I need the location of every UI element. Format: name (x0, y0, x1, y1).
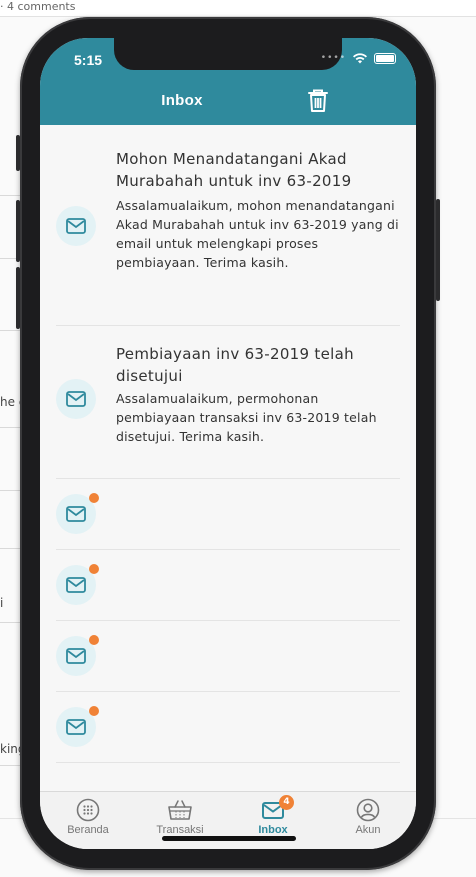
tab-label: Inbox (258, 824, 288, 836)
tab-beranda[interactable]: Beranda (48, 798, 128, 836)
inbox-message[interactable] (56, 479, 400, 550)
mail-icon (66, 648, 86, 664)
phone-power-button (436, 199, 440, 301)
tab-label: Transaksi (156, 824, 204, 836)
grid-circle-icon (76, 798, 100, 822)
phone-notch (114, 38, 342, 70)
unread-dot (89, 493, 99, 503)
inbox-message[interactable]: Mohon Menandatangani Akad Murabahah untu… (56, 125, 400, 326)
status-time: 5:15 (74, 52, 103, 68)
message-icon-circle (56, 379, 96, 419)
inbox-badge: 4 (279, 795, 294, 810)
message-title: Pembiayaan inv 63-2019 telah disetujui (116, 345, 354, 385)
home-indicator (162, 836, 296, 841)
user-circle-icon (356, 798, 380, 822)
status-icons: •••• (321, 52, 396, 64)
unread-dot (89, 564, 99, 574)
page-title: Inbox (161, 92, 203, 109)
message-body: Assalamualaikum, mohon menandatangani Ak… (116, 198, 399, 270)
trash-icon[interactable] (307, 89, 329, 113)
unread-dot (89, 635, 99, 645)
mail-icon (66, 218, 86, 234)
inbox-message[interactable] (56, 692, 400, 763)
inbox-message[interactable]: Pembiayaan inv 63-2019 telah disetujui A… (56, 326, 400, 479)
background-text-fragment: i (0, 596, 4, 610)
phone-screen: 5:15 •••• Inbox Mohon Menandatangani Aka… (40, 38, 416, 849)
wifi-icon (353, 53, 367, 64)
phone-volume-up (16, 200, 20, 262)
mail-icon (66, 506, 86, 522)
mail-icon (66, 719, 86, 735)
mail-icon (66, 391, 86, 407)
mail-icon (66, 577, 86, 593)
app-header: 5:15 •••• Inbox (40, 38, 416, 125)
phone-mute-switch (16, 135, 20, 171)
comments-count[interactable]: · 4 comments (0, 0, 75, 14)
battery-icon (374, 52, 396, 64)
unread-dot (89, 706, 99, 716)
message-icon-circle (56, 206, 96, 246)
tab-akun[interactable]: Akun (328, 798, 408, 836)
tab-transaksi[interactable]: Transaksi (140, 798, 220, 836)
inbox-message[interactable] (56, 550, 400, 621)
tab-label: Beranda (67, 824, 109, 836)
background-top-bar: · 4 comments (0, 0, 476, 17)
inbox-message[interactable] (56, 621, 400, 692)
basket-icon (168, 800, 192, 820)
phone-volume-down (16, 267, 20, 329)
message-body: Assalamualaikum, permohonan pembiayaan t… (116, 391, 377, 444)
tab-inbox[interactable]: 4 Inbox (233, 795, 313, 836)
signal-icon: •••• (320, 53, 346, 63)
message-title: Mohon Menandatangani Akad Murabahah untu… (116, 150, 352, 190)
tab-label: Akun (355, 824, 381, 836)
